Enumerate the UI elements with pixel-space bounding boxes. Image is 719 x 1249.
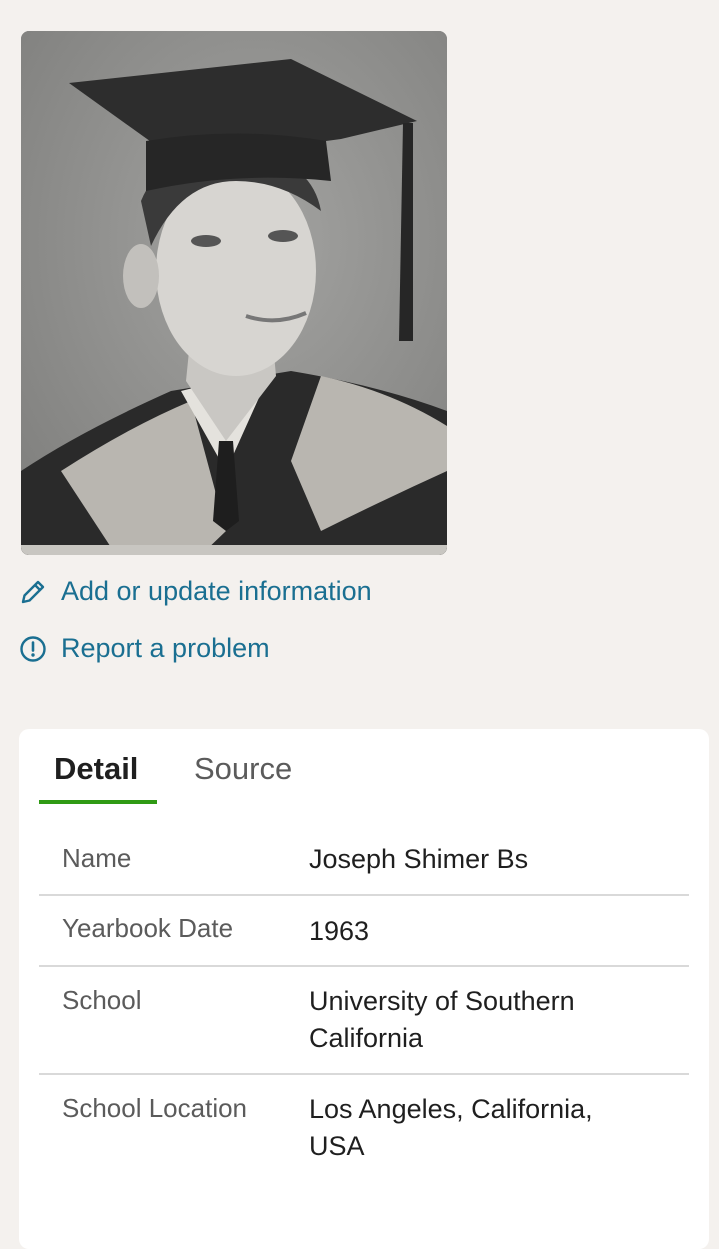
detail-row-name: Name Joseph Shimer Bs (39, 821, 689, 896)
detail-label: Name (62, 843, 132, 873)
report-problem-link[interactable]: Report a problem (18, 633, 270, 664)
detail-row-school: School University of Southern California (39, 967, 689, 1075)
tab-detail[interactable]: Detail (54, 751, 138, 787)
active-tab-indicator (39, 800, 157, 804)
detail-label: School Location (62, 1093, 248, 1123)
alert-circle-icon (18, 634, 48, 664)
details-card: Detail Source Name Joseph Shimer Bs Year… (19, 729, 709, 1249)
detail-table: Name Joseph Shimer Bs Yearbook Date 1963… (39, 821, 689, 1185)
detail-row-yearbook-date: Yearbook Date 1963 (39, 896, 689, 967)
detail-row-school-location: School Location Los Angeles, California,… (39, 1075, 689, 1185)
pencil-icon (18, 577, 48, 607)
add-update-info-label: Add or update information (61, 576, 372, 606)
portrait-image (21, 31, 447, 555)
detail-label: School (62, 985, 142, 1015)
yearbook-photo[interactable] (21, 31, 447, 555)
detail-value: 1963 (309, 916, 370, 946)
detail-value: Los Angeles, California, USA (309, 1094, 593, 1161)
detail-label: Yearbook Date (62, 913, 234, 943)
report-problem-label: Report a problem (61, 633, 270, 663)
detail-value: Joseph Shimer Bs (309, 844, 529, 874)
add-update-info-link[interactable]: Add or update information (18, 576, 372, 607)
tab-bar: Detail Source (39, 729, 689, 807)
tab-source[interactable]: Source (194, 751, 292, 787)
detail-value: University of Southern California (309, 986, 575, 1053)
